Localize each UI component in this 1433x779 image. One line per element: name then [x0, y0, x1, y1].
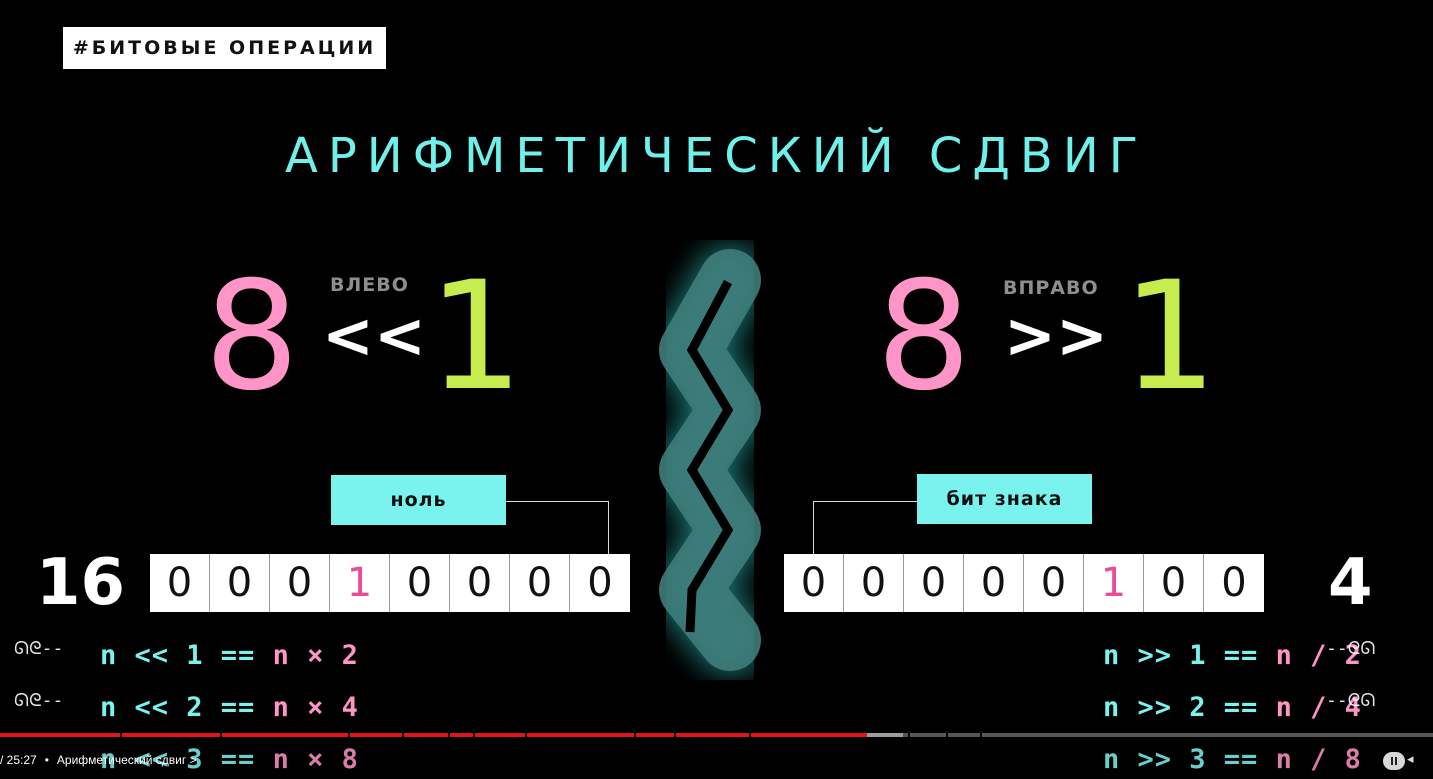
- right-bit-7: 0: [1204, 554, 1264, 612]
- left-operator: <<: [322, 299, 426, 372]
- left-bit-3: 1: [330, 554, 390, 612]
- progress-played: [0, 733, 867, 737]
- left-bit-row: 00010000: [150, 554, 630, 612]
- topic-tag: #БИТОВЫЕ ОПЕРАЦИИ: [63, 27, 386, 69]
- left-formula-1: n << 1 == n × 2: [100, 640, 359, 671]
- sketch-doodle: ᘏᘓ--: [14, 690, 64, 711]
- left-result: 16: [36, 546, 126, 620]
- slide-title: АРИФМЕТИЧЕСКИЙ СДВИГ: [285, 128, 1148, 184]
- pause-icon: [1391, 757, 1393, 765]
- right-direction-label: ВПРАВО: [1003, 277, 1099, 299]
- right-formula-3: n >> 3 == n / 8: [1103, 744, 1362, 775]
- chapter-title-button[interactable]: Арифметический сдвиг >: [57, 753, 197, 767]
- zigzag-divider: [655, 245, 765, 675]
- chapter-marker: [674, 733, 676, 737]
- left-bit-5: 0: [450, 554, 510, 612]
- chapter-marker: [980, 733, 982, 737]
- chapter-marker: [946, 733, 948, 737]
- sketch-doodle: ᘏᘓ--: [14, 638, 64, 659]
- right-formula-2: n >> 2 == n / 4: [1103, 692, 1362, 723]
- right-bit-2: 0: [904, 554, 964, 612]
- sign-bit-callout: бит знака: [917, 474, 1092, 524]
- right-bit-5: 1: [1084, 554, 1144, 612]
- left-formula-2: n << 2 == n × 4: [100, 692, 359, 723]
- chevron-right-icon: >: [189, 753, 197, 767]
- right-bit-0: 0: [784, 554, 844, 612]
- left-bit-7: 0: [570, 554, 630, 612]
- right-formula-1: n >> 1 == n / 2: [1103, 640, 1362, 671]
- left-shift-amount: 1: [428, 250, 524, 424]
- sketch-doodle: --ᘓᘏ: [1326, 638, 1376, 659]
- progress-buffered: [866, 733, 903, 737]
- right-bit-6: 0: [1144, 554, 1204, 612]
- separator-dot: •: [44, 753, 49, 767]
- right-bit-1: 0: [844, 554, 904, 612]
- zero-fill-leader-line: [506, 501, 609, 554]
- left-bit-1: 0: [210, 554, 270, 612]
- right-shift-amount: 1: [1122, 250, 1218, 424]
- sign-bit-leader-line: [813, 501, 918, 554]
- right-bit-row: 00000100: [784, 554, 1264, 612]
- chapter-marker: [448, 733, 450, 737]
- left-bit-4: 0: [390, 554, 450, 612]
- pause-button[interactable]: [1383, 752, 1405, 770]
- right-operator: >>: [1004, 299, 1108, 372]
- chapter-marker: [220, 733, 222, 737]
- chapter-marker: [525, 733, 527, 737]
- left-bit-0: 0: [150, 554, 210, 612]
- chapter-marker: [120, 733, 122, 737]
- chapter-marker: [634, 733, 636, 737]
- volume-icon[interactable]: ◂: [1407, 752, 1427, 770]
- left-bit-6: 0: [510, 554, 570, 612]
- zero-fill-callout: ноль: [331, 475, 506, 525]
- chapter-marker: [749, 733, 751, 737]
- right-bit-3: 0: [964, 554, 1024, 612]
- right-operand: 8: [876, 250, 972, 424]
- chapter-marker: [402, 733, 404, 737]
- chapter-marker: [348, 733, 350, 737]
- sketch-doodle: --ᘓᘏ: [1326, 690, 1376, 711]
- left-direction-label: ВЛЕВО: [330, 274, 409, 296]
- chapter-marker: [908, 733, 910, 737]
- time-display: / 25:27: [0, 753, 37, 767]
- right-result: 4: [1328, 546, 1373, 620]
- chapter-marker: [473, 733, 475, 737]
- left-operand: 8: [204, 250, 300, 424]
- chapter-title: Арифметический сдвиг: [56, 753, 187, 767]
- left-bit-2: 0: [270, 554, 330, 612]
- right-bit-4: 0: [1024, 554, 1084, 612]
- player-controls: / 25:27 • Арифметический сдвиг >: [0, 748, 197, 772]
